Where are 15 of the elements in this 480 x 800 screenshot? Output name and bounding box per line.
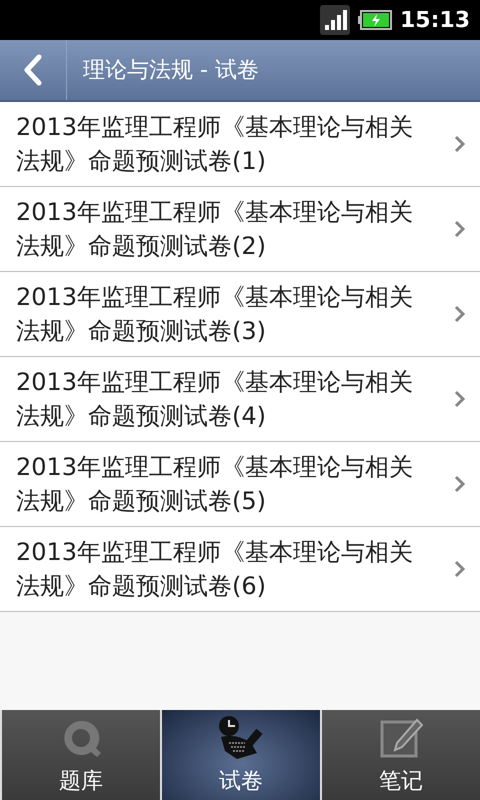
- notepad-pencil-icon: [379, 716, 423, 760]
- chevron-right-icon: [454, 475, 466, 493]
- chevron-right-icon: [454, 220, 466, 238]
- chevron-right-icon: [454, 560, 466, 578]
- chevron-right-icon: [454, 305, 466, 323]
- battery-icon: [358, 10, 392, 30]
- chevron-right-icon: [454, 135, 466, 153]
- back-icon[interactable]: [23, 54, 43, 86]
- tab[interactable]: 笔记: [320, 710, 480, 800]
- signal-icon: [320, 5, 350, 35]
- tab[interactable]: 试卷: [160, 710, 320, 800]
- chevron-right-icon: [454, 390, 466, 408]
- clock-time: 15:13: [400, 8, 470, 32]
- tab[interactable]: 题库: [0, 710, 160, 800]
- screen-title: 理论与法规 - 试卷: [83, 57, 259, 85]
